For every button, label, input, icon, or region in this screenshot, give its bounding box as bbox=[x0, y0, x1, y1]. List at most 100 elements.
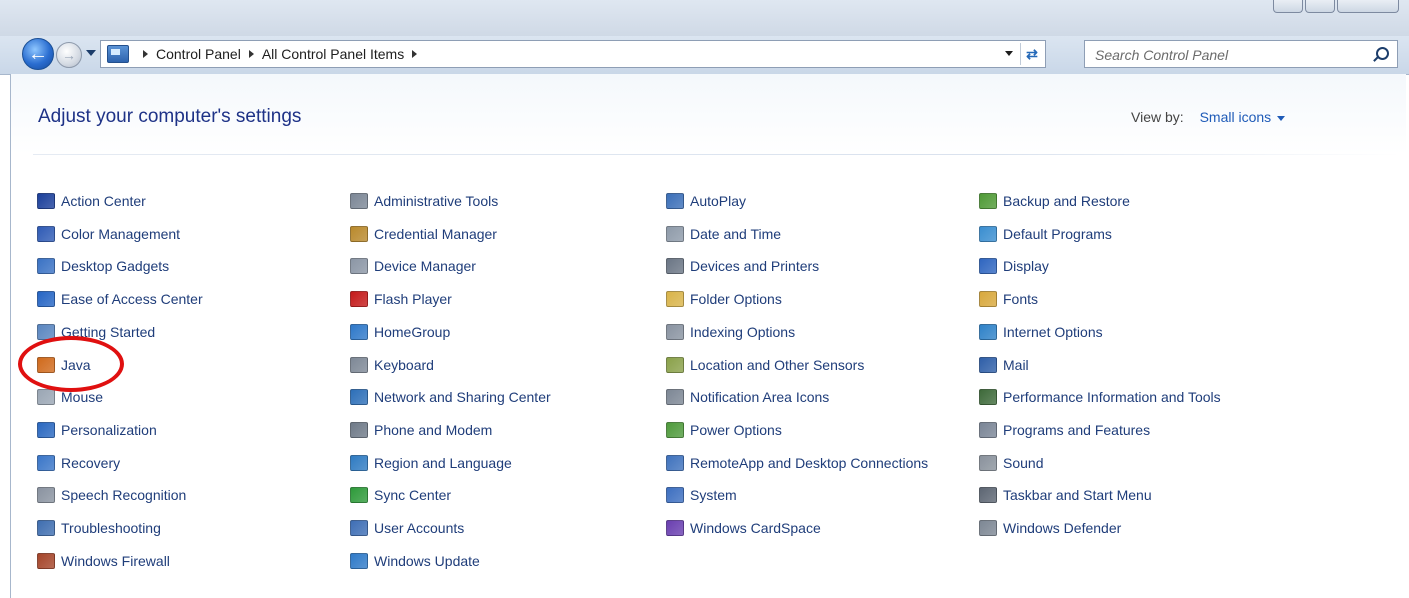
internet-options-icon[interactable] bbox=[979, 323, 997, 340]
control-panel-item[interactable]: Action Center bbox=[37, 190, 146, 212]
admin-tools-icon[interactable] bbox=[350, 193, 368, 209]
search-icon[interactable] bbox=[1376, 47, 1389, 60]
control-panel-item[interactable]: User Accounts bbox=[350, 517, 464, 539]
control-panel-item-label[interactable]: Troubleshooting bbox=[61, 520, 161, 536]
control-panel-item-label[interactable]: HomeGroup bbox=[374, 324, 450, 340]
control-panel-item-label[interactable]: Devices and Printers bbox=[690, 258, 819, 274]
search-box[interactable] bbox=[1084, 40, 1398, 69]
control-panel-item[interactable]: Credential Manager bbox=[350, 223, 497, 245]
control-panel-item-label[interactable]: Getting Started bbox=[61, 324, 155, 340]
refresh-button[interactable]: ⇄ bbox=[1020, 43, 1043, 65]
control-panel-item-label[interactable]: Backup and Restore bbox=[1003, 193, 1130, 209]
control-panel-item-label[interactable]: Location and Other Sensors bbox=[690, 357, 864, 373]
default-programs-icon[interactable] bbox=[979, 225, 997, 242]
control-panel-item[interactable]: Date and Time bbox=[666, 223, 781, 245]
control-panel-item[interactable]: Mail bbox=[979, 354, 1029, 376]
control-panel-item-label[interactable]: Flash Player bbox=[374, 291, 452, 307]
display-icon[interactable] bbox=[979, 258, 997, 275]
control-panel-item[interactable]: System bbox=[666, 484, 737, 506]
control-panel-item[interactable]: Java bbox=[37, 354, 91, 376]
autoplay-icon[interactable] bbox=[666, 193, 684, 209]
sync-icon[interactable] bbox=[350, 487, 368, 504]
control-panel-item[interactable]: Taskbar and Start Menu bbox=[979, 484, 1152, 506]
control-panel-item-label[interactable]: Power Options bbox=[690, 422, 782, 438]
flash-icon[interactable] bbox=[350, 291, 368, 308]
breadcrumb-separator[interactable] bbox=[412, 50, 418, 58]
control-panel-item[interactable]: Color Management bbox=[37, 223, 180, 245]
chevron-down-icon[interactable] bbox=[1277, 115, 1286, 121]
control-panel-item[interactable]: Windows Defender bbox=[979, 517, 1121, 539]
control-panel-item[interactable]: Personalization bbox=[37, 419, 157, 441]
control-panel-item[interactable]: Internet Options bbox=[979, 321, 1103, 343]
control-panel-item[interactable]: Ease of Access Center bbox=[37, 288, 203, 310]
globe-icon[interactable] bbox=[350, 454, 368, 471]
control-panel-item-label[interactable]: Ease of Access Center bbox=[61, 291, 203, 307]
recovery-icon[interactable] bbox=[37, 454, 55, 471]
homegroup-icon[interactable] bbox=[350, 323, 368, 340]
control-panel-item-label[interactable]: System bbox=[690, 487, 737, 503]
control-panel-item[interactable]: Devices and Printers bbox=[666, 255, 819, 277]
gadgets-icon[interactable] bbox=[37, 258, 55, 275]
control-panel-item[interactable]: Sync Center bbox=[350, 484, 451, 506]
control-panel-item-label[interactable]: Windows Update bbox=[374, 553, 480, 569]
control-panel-item-label[interactable]: Phone and Modem bbox=[374, 422, 492, 438]
control-panel-item-label[interactable]: Credential Manager bbox=[374, 226, 497, 242]
mail-icon[interactable] bbox=[979, 356, 997, 373]
control-panel-item-label[interactable]: Date and Time bbox=[690, 226, 781, 242]
control-panel-item[interactable]: Indexing Options bbox=[666, 321, 795, 343]
forward-button[interactable]: → bbox=[56, 42, 82, 68]
control-panel-item[interactable]: Speech Recognition bbox=[37, 484, 186, 506]
control-panel-item-label[interactable]: Performance Information and Tools bbox=[1003, 389, 1221, 405]
control-panel-item-label[interactable]: RemoteApp and Desktop Connections bbox=[690, 455, 928, 471]
control-panel-item-label[interactable]: Internet Options bbox=[1003, 324, 1103, 340]
control-panel-item-label[interactable]: Device Manager bbox=[374, 258, 476, 274]
control-panel-item-label[interactable]: Java bbox=[61, 357, 91, 373]
control-panel-item-label[interactable]: Folder Options bbox=[690, 291, 782, 307]
back-button[interactable]: ← bbox=[22, 38, 54, 70]
control-panel-item[interactable]: Network and Sharing Center bbox=[350, 386, 551, 408]
breadcrumb-control-panel[interactable]: Control Panel bbox=[156, 46, 241, 62]
flag-icon[interactable] bbox=[37, 193, 55, 209]
control-panel-item-label[interactable]: Windows CardSpace bbox=[690, 520, 821, 536]
monitor-color-icon[interactable] bbox=[37, 225, 55, 242]
control-panel-item[interactable]: Backup and Restore bbox=[979, 190, 1130, 212]
control-panel-item-label[interactable]: Fonts bbox=[1003, 291, 1038, 307]
getting-started-icon[interactable] bbox=[37, 323, 55, 340]
windows-update-icon[interactable] bbox=[350, 552, 368, 569]
clock-icon[interactable] bbox=[666, 225, 684, 242]
control-panel-item[interactable]: Keyboard bbox=[350, 354, 434, 376]
indexing-icon[interactable] bbox=[666, 323, 684, 340]
control-panel-item-label[interactable]: Desktop Gadgets bbox=[61, 258, 169, 274]
control-panel-item[interactable]: Phone and Modem bbox=[350, 419, 492, 441]
control-panel-item-label[interactable]: Mail bbox=[1003, 357, 1029, 373]
firewall-icon[interactable] bbox=[37, 552, 55, 569]
control-panel-item-label[interactable]: Region and Language bbox=[374, 455, 512, 471]
taskbar-icon[interactable] bbox=[979, 487, 997, 504]
control-panel-item-label[interactable]: Network and Sharing Center bbox=[374, 389, 551, 405]
control-panel-item-label[interactable]: Recovery bbox=[61, 455, 120, 471]
cardspace-icon[interactable] bbox=[666, 520, 684, 536]
control-panel-item-label[interactable]: Keyboard bbox=[374, 357, 434, 373]
control-panel-item[interactable]: Windows Update bbox=[350, 550, 480, 572]
defender-icon[interactable] bbox=[979, 520, 997, 536]
control-panel-item-label[interactable]: User Accounts bbox=[374, 520, 464, 536]
control-panel-item-label[interactable]: AutoPlay bbox=[690, 193, 746, 209]
close-button[interactable] bbox=[1337, 0, 1399, 13]
control-panel-item-label[interactable]: Speech Recognition bbox=[61, 487, 186, 503]
control-panel-item[interactable]: Notification Area Icons bbox=[666, 386, 829, 408]
programs-icon[interactable] bbox=[979, 421, 997, 438]
address-dropdown-icon[interactable] bbox=[1005, 51, 1013, 56]
control-panel-item-label[interactable]: Administrative Tools bbox=[374, 193, 498, 209]
control-panel-item[interactable]: Device Manager bbox=[350, 255, 476, 277]
recent-pages-dropdown[interactable] bbox=[86, 50, 96, 56]
java-icon[interactable] bbox=[37, 356, 55, 373]
personalization-icon[interactable] bbox=[37, 421, 55, 438]
control-panel-item[interactable]: Administrative Tools bbox=[350, 190, 498, 212]
control-panel-item[interactable]: Location and Other Sensors bbox=[666, 354, 864, 376]
address-bar[interactable]: Control Panel All Control Panel Items ⇄ bbox=[100, 40, 1046, 68]
view-by-value[interactable]: Small icons bbox=[1200, 109, 1272, 125]
control-panel-item[interactable]: Folder Options bbox=[666, 288, 782, 310]
minimize-button[interactable] bbox=[1273, 0, 1303, 13]
control-panel-item[interactable]: AutoPlay bbox=[666, 190, 746, 212]
view-by-dropdown[interactable]: Small icons bbox=[1200, 109, 1286, 125]
